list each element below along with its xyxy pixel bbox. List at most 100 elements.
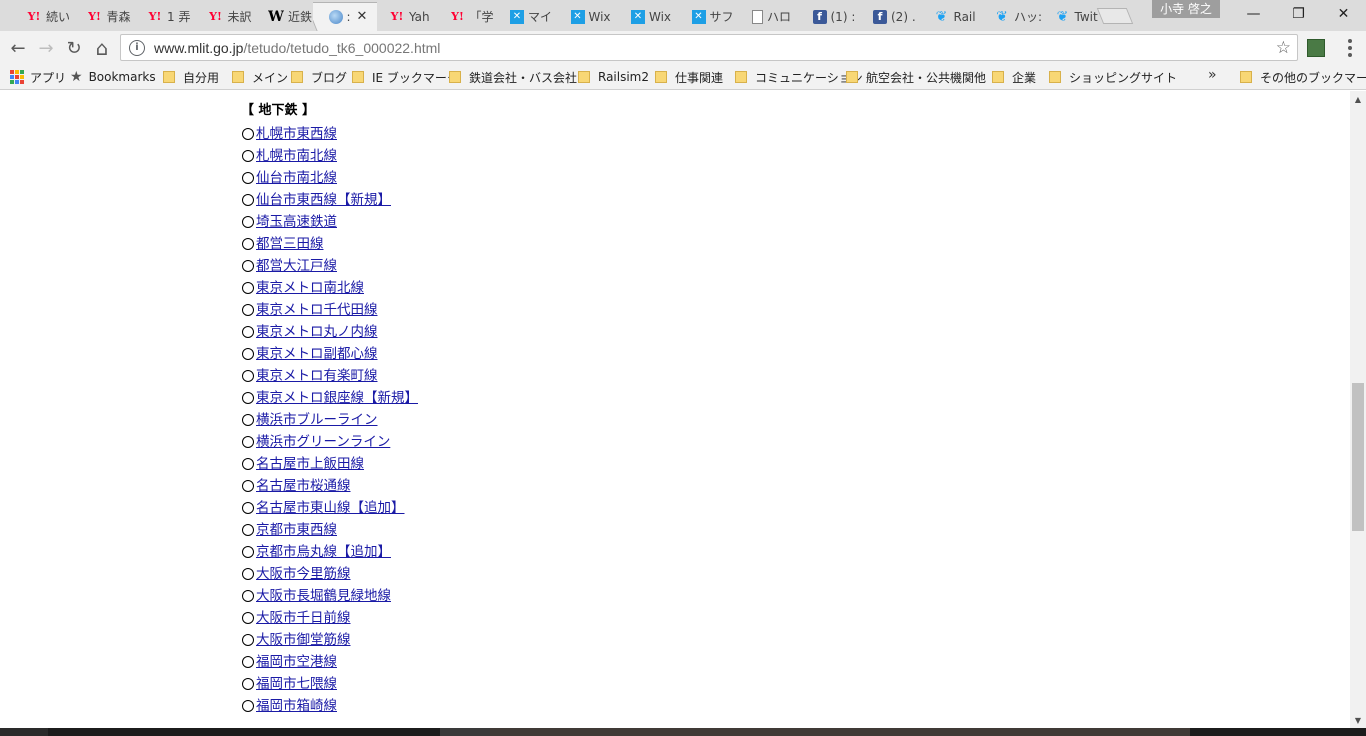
list-item: 札幌市東西線	[241, 123, 418, 145]
browser-tab[interactable]: ✕ マイ	[494, 2, 558, 31]
extension-icon[interactable]	[1307, 39, 1325, 57]
browser-menu-icon[interactable]	[1340, 37, 1360, 59]
list-item: 京都市烏丸線【追加】	[241, 541, 418, 563]
tab-title: (1) :	[830, 9, 856, 24]
scroll-down-arrow-icon[interactable]: ▼	[1350, 712, 1366, 728]
subway-line-link[interactable]: 都営大江戸線	[256, 255, 337, 277]
site-info-icon[interactable]: i	[129, 39, 145, 56]
section-heading: 【 地下鉄 】	[241, 103, 316, 118]
bookmarks-overflow-button[interactable]: »	[1208, 67, 1217, 83]
subway-line-link[interactable]: 名古屋市桜通線	[256, 475, 351, 497]
browser-tab[interactable]: W 近鉄	[252, 2, 316, 31]
wix-favicon-icon: ✕	[510, 9, 524, 24]
list-item: 名古屋市桜通線	[241, 475, 418, 497]
bookmark-item[interactable]: IE ブックマーク	[352, 68, 459, 86]
browser-tab[interactable]: f (2) .	[857, 2, 921, 31]
bookmark-item[interactable]: ショッピングサイト	[1049, 68, 1177, 86]
reload-button[interactable]: ↻	[61, 35, 87, 61]
subway-line-link[interactable]: 東京メトロ千代田線	[256, 299, 378, 321]
browser-tab[interactable]: Y! 未訳	[192, 2, 256, 31]
forward-button[interactable]: →	[33, 35, 59, 61]
url-text[interactable]: www.mlit.go.jp/tetudo/tetudo_tk6_000022.…	[154, 40, 440, 56]
subway-line-link[interactable]: 福岡市空港線	[256, 651, 337, 673]
subway-line-link[interactable]: 東京メトロ副都心線	[256, 343, 378, 365]
minimize-button[interactable]: —	[1231, 0, 1276, 28]
subway-line-link[interactable]: 大阪市長堀鶴見緑地線	[256, 585, 391, 607]
browser-tab[interactable]: ハロ	[736, 2, 800, 31]
subway-line-link[interactable]: 東京メトロ銀座線【新規】	[256, 387, 418, 409]
home-button[interactable]: ⌂	[89, 35, 115, 61]
subway-line-link[interactable]: 京都市東西線	[256, 519, 337, 541]
bookmark-item[interactable]: 鉄道会社・バス会社	[449, 68, 577, 86]
address-bar[interactable]: i www.mlit.go.jp/tetudo/tetudo_tk6_00002…	[120, 34, 1298, 61]
bookmark-item[interactable]: メイン	[232, 68, 288, 86]
restore-button[interactable]: ❐	[1276, 0, 1321, 28]
subway-line-link[interactable]: 札幌市南北線	[256, 145, 337, 167]
bookmark-star-icon[interactable]: ☆	[1276, 38, 1291, 58]
bookmark-item[interactable]: Railsim2	[578, 68, 649, 86]
scroll-up-arrow-icon[interactable]: ▲	[1350, 91, 1366, 107]
browser-tab[interactable]: Y! 青森	[71, 2, 135, 31]
subway-line-link[interactable]: 東京メトロ南北線	[256, 277, 364, 299]
folder-icon	[449, 71, 461, 83]
subway-line-link[interactable]: 都営三田線	[256, 233, 324, 255]
circle-bullet-icon	[242, 700, 254, 712]
close-tab-icon[interactable]: ✕	[357, 9, 368, 24]
subway-line-link[interactable]: 仙台市南北線	[256, 167, 337, 189]
bookmark-item[interactable]: 仕事関連	[655, 68, 723, 86]
subway-line-link[interactable]: 名古屋市東山線【追加】	[256, 497, 405, 519]
browser-tab[interactable]: ✕ Wix	[615, 2, 679, 31]
scrollbar-thumb[interactable]	[1352, 383, 1364, 531]
other-bookmarks-folder[interactable]: その他のブックマーク	[1240, 68, 1366, 86]
subway-line-link[interactable]: 仙台市東西線【新規】	[256, 189, 391, 211]
back-button[interactable]: ←	[5, 35, 31, 61]
bookmark-item[interactable]: 航空会社・公共機関他	[846, 68, 986, 86]
subway-line-link[interactable]: 福岡市箱崎線	[256, 695, 337, 717]
tab-title: 続い	[46, 10, 71, 24]
new-tab-button[interactable]	[1096, 8, 1134, 24]
subway-line-link[interactable]: 札幌市東西線	[256, 123, 337, 145]
bookmark-item[interactable]: ★ Bookmarks	[70, 68, 156, 86]
subway-line-link[interactable]: 大阪市千日前線	[256, 607, 351, 629]
bookmark-label: 仕事関連	[675, 70, 724, 85]
circle-bullet-icon	[242, 590, 254, 602]
browser-tab[interactable]: ❦ ハッ:	[978, 2, 1042, 31]
folder-icon	[232, 71, 244, 83]
browser-tab[interactable]: Y! 「学	[434, 2, 498, 31]
browser-tab[interactable]: ❦ Rail	[918, 2, 982, 31]
folder-icon	[291, 71, 303, 83]
bookmarks-bar: アプリ ★ Bookmarks 自分用 メイン ブログ IE ブックマーク 鉄道会社・バス会社…	[0, 64, 1366, 90]
bookmark-item[interactable]: 企業	[992, 68, 1036, 86]
bookmark-item[interactable]: コミュニケーション	[735, 68, 863, 86]
tw-favicon-icon: ❦	[935, 8, 948, 25]
subway-line-link[interactable]: 大阪市今里筋線	[256, 563, 351, 585]
circle-bullet-icon	[242, 172, 254, 184]
browser-tab[interactable]: Y! 1 弄	[131, 2, 195, 31]
subway-line-link[interactable]: 福岡市七隈線	[256, 673, 337, 695]
browser-tab[interactable]: Y! 続い	[10, 2, 74, 31]
folder-icon	[1240, 71, 1252, 83]
list-item: 札幌市南北線	[241, 145, 418, 167]
browser-tab[interactable]: f (1) :	[797, 2, 861, 31]
page-scrollbar[interactable]: ▲ ▼	[1350, 91, 1366, 728]
subway-line-link[interactable]: 横浜市グリーンライン	[256, 431, 390, 453]
bookmark-item[interactable]: アプリ	[10, 68, 66, 86]
subway-line-link[interactable]: 埼玉高速鉄道	[256, 211, 337, 233]
subway-line-link[interactable]: 名古屋市上飯田線	[256, 453, 364, 475]
bookmark-item[interactable]: 自分用	[163, 68, 219, 86]
browser-tab[interactable]: ❦ Twit	[1039, 2, 1103, 31]
subway-line-link[interactable]: 横浜市ブルーライン	[256, 409, 378, 431]
browser-tab[interactable]: Y! Yah	[373, 2, 437, 31]
browser-tab[interactable]: ✕ Wix	[555, 2, 619, 31]
subway-line-link[interactable]: 京都市烏丸線【追加】	[256, 541, 391, 563]
yahoo-favicon-icon: Y!	[209, 10, 222, 23]
profile-button[interactable]: 小寺 啓之	[1152, 0, 1220, 18]
subway-line-link[interactable]: 東京メトロ有楽町線	[256, 365, 378, 387]
subway-line-link[interactable]: 大阪市御堂筋線	[256, 629, 351, 651]
close-window-button[interactable]: ✕	[1321, 0, 1366, 28]
bookmark-item[interactable]: ブログ	[291, 68, 347, 86]
subway-line-link[interactable]: 東京メトロ丸ノ内線	[256, 321, 378, 343]
tab-title: サフ	[709, 10, 734, 24]
browser-tab[interactable]: ✕ サフ	[676, 2, 740, 31]
browser-tab[interactable]: : ✕	[313, 2, 377, 31]
